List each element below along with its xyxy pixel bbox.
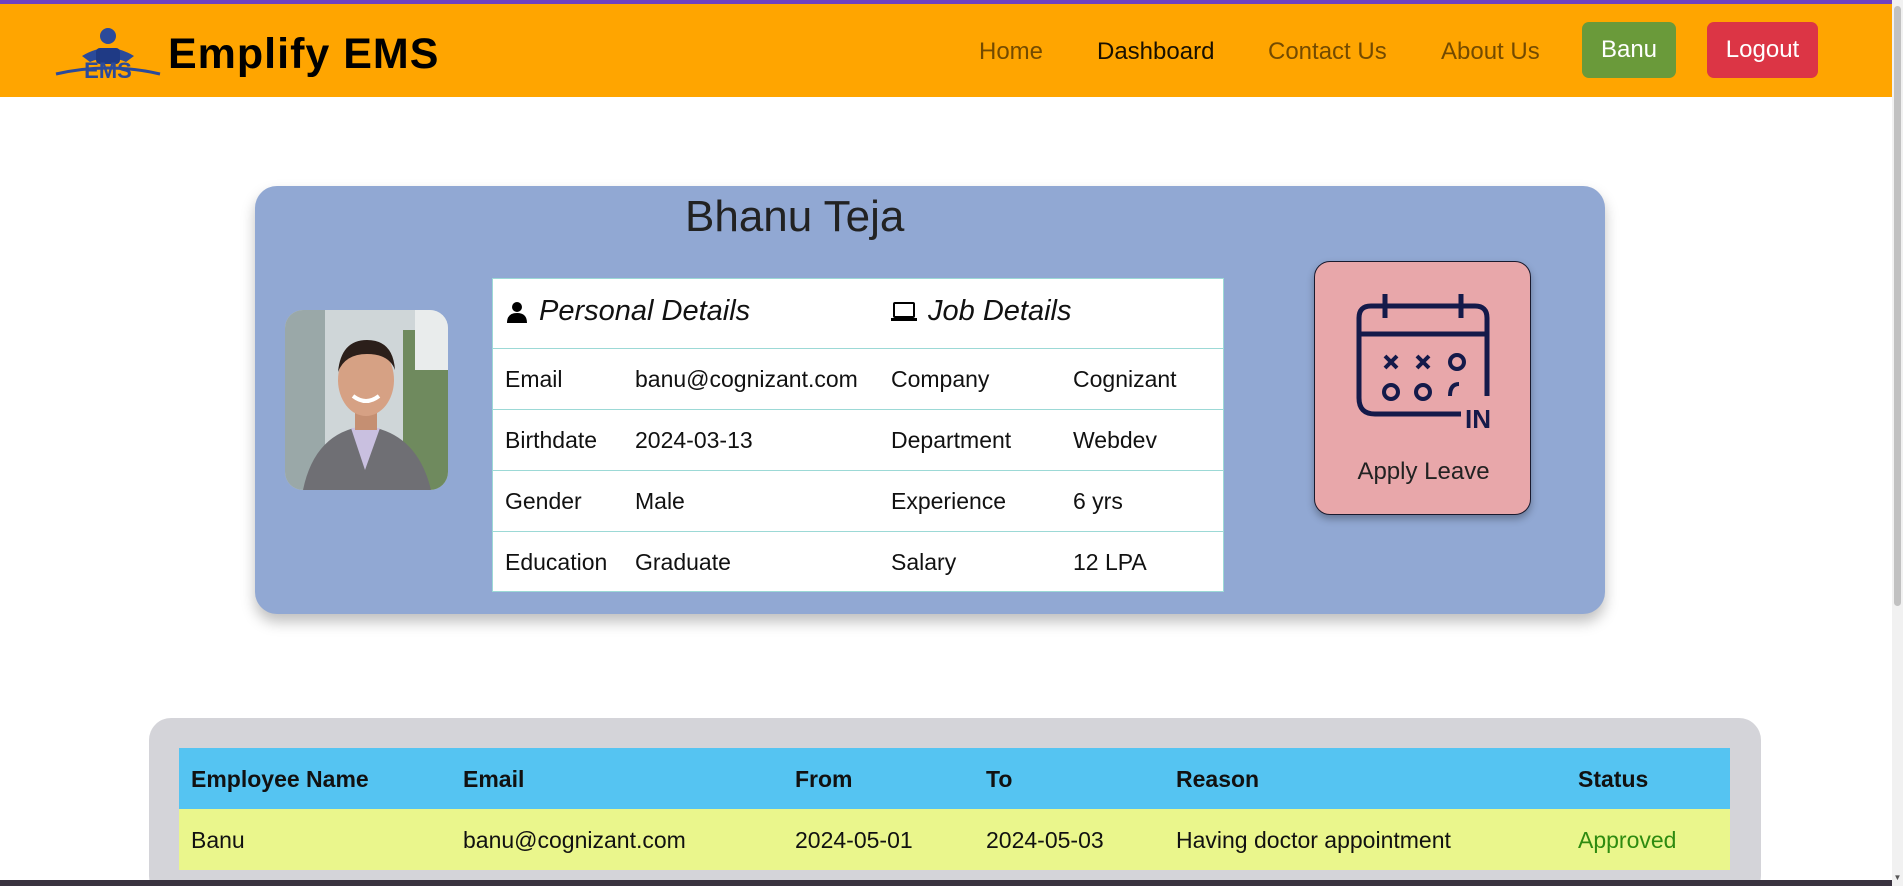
details-row: Email banu@cognizant.com Company Cogniza… <box>493 349 1223 410</box>
apply-leave-label: Apply Leave <box>1357 458 1490 485</box>
column-header-status: Status <box>1578 766 1649 792</box>
avatar-photo-icon <box>285 310 448 490</box>
job-value: 12 LPA <box>1073 549 1147 575</box>
status-badge: Approved <box>1578 827 1677 853</box>
svg-text:IN: IN <box>1465 404 1491 432</box>
cell-reason: Having doctor appointment <box>1176 827 1451 853</box>
job-label: Experience <box>891 488 1007 514</box>
avatar <box>285 310 448 490</box>
job-value: Cognizant <box>1073 366 1177 392</box>
user-button[interactable]: Banu <box>1582 22 1676 78</box>
job-value: Webdev <box>1073 427 1157 453</box>
scroll-down-arrow-icon[interactable]: ▼ <box>1893 874 1902 882</box>
personal-value: Graduate <box>635 549 731 575</box>
cell-employee-name: Banu <box>191 827 245 853</box>
details-row: Birthdate 2024-03-13 Department Webdev <box>493 410 1223 471</box>
employee-name: Bhanu Teja <box>685 192 905 241</box>
job-label: Salary <box>891 549 957 575</box>
personal-details-heading: Personal Details <box>505 295 750 328</box>
window-bottom-edge <box>0 880 1892 886</box>
cell-email: banu@cognizant.com <box>463 827 686 853</box>
job-value: 6 yrs <box>1073 488 1123 514</box>
profile-card: Bhanu Teja Personal Details Job Details <box>255 186 1605 614</box>
nav-link-contact-us[interactable]: Contact Us <box>1268 38 1387 66</box>
person-icon <box>507 301 527 323</box>
job-details-label: Job Details <box>928 295 1072 327</box>
nav-link-home[interactable]: Home <box>979 38 1043 66</box>
brand-name: Emplify EMS <box>168 29 440 78</box>
calendar-leave-icon: IN <box>1356 294 1491 432</box>
personal-details-label: Personal Details <box>539 295 751 327</box>
column-header-email: Email <box>463 766 525 792</box>
details-header-row: Personal Details Job Details <box>493 279 1223 349</box>
nav-link-about-us[interactable]: About Us <box>1441 38 1540 66</box>
column-header-employee-name: Employee Name <box>191 766 369 792</box>
personal-value: 2024-03-13 <box>635 427 753 453</box>
table-header-row: Employee Name Email From To Reason Statu… <box>179 748 1730 809</box>
brand[interactable]: EMS Emplify EMS <box>52 26 439 82</box>
personal-label: Education <box>505 549 608 575</box>
job-label: Company <box>891 366 990 392</box>
leave-requests-panel: Employee Name Email From To Reason Statu… <box>149 718 1761 886</box>
details-row: Gender Male Experience 6 yrs <box>493 471 1223 532</box>
table-row: Banu banu@cognizant.com 2024-05-01 2024-… <box>179 809 1730 870</box>
column-header-reason: Reason <box>1176 766 1260 792</box>
column-header-to: To <box>986 766 1013 792</box>
laptop-icon <box>891 301 917 321</box>
ems-logo-icon: EMS <box>55 28 161 82</box>
personal-label: Email <box>505 366 563 392</box>
logout-button[interactable]: Logout <box>1707 22 1818 78</box>
vertical-scrollbar[interactable]: ▼ <box>1892 0 1903 886</box>
personal-label: Birthdate <box>505 427 598 453</box>
job-details-heading: Job Details <box>890 295 1071 328</box>
cell-to: 2024-05-03 <box>986 827 1104 853</box>
navbar: EMS Emplify EMS Home Dashboard Contact U… <box>0 4 1892 97</box>
personal-label: Gender <box>505 488 582 514</box>
details-table: Personal Details Job Details Email banu@… <box>492 278 1224 592</box>
personal-value: banu@cognizant.com <box>635 366 858 392</box>
cell-from: 2024-05-01 <box>795 827 913 853</box>
personal-value: Male <box>635 488 685 514</box>
scrollbar-thumb[interactable] <box>1894 6 1901 606</box>
details-row: Education Graduate Salary 12 LPA <box>493 532 1223 592</box>
apply-leave-button[interactable]: IN Apply Leave <box>1314 261 1531 515</box>
column-header-from: From <box>795 766 853 792</box>
job-label: Department <box>891 427 1012 453</box>
nav-link-dashboard[interactable]: Dashboard <box>1097 38 1214 66</box>
